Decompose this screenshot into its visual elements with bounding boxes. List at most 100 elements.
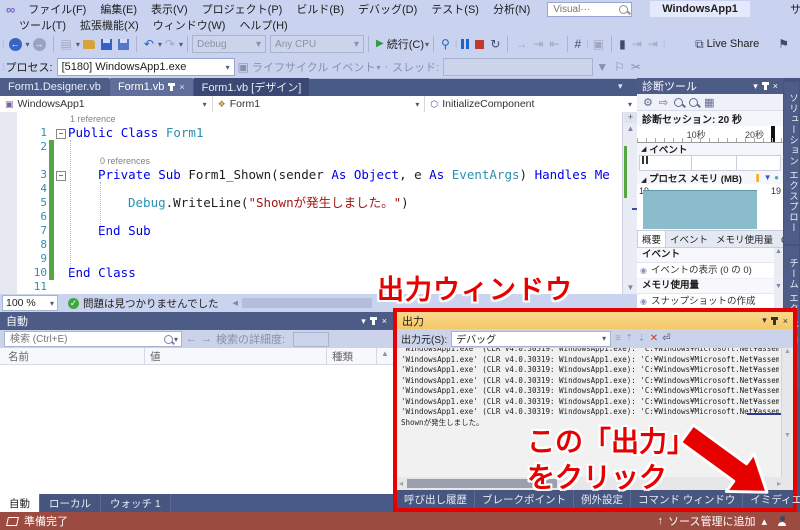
feedback-icon[interactable]: ⚑: [778, 38, 789, 50]
bookmark-icon[interactable]: ▮: [619, 38, 626, 50]
scroll-up-icon[interactable]: ▲: [381, 349, 389, 358]
zoom-in-icon[interactable]: [674, 98, 683, 107]
hscroll-left-icon[interactable]: ◂: [233, 297, 238, 309]
platform-dropdown[interactable]: Any CPU▾: [270, 35, 364, 53]
stop-icon[interactable]: [475, 40, 484, 49]
breakpoint-margin[interactable]: [0, 112, 17, 126]
notifications-icon[interactable]: [778, 522, 786, 526]
quick-search-input[interactable]: [551, 3, 619, 16]
autos-search-box[interactable]: ▾: [4, 331, 182, 347]
pause-icon[interactable]: [461, 39, 469, 49]
breakpoint-margin[interactable]: [0, 182, 17, 196]
window-position-icon[interactable]: ▾: [361, 316, 366, 327]
solution-explorer-tab[interactable]: ソリューション エクスプローラー: [784, 82, 799, 244]
breakpoint-margin[interactable]: [0, 266, 17, 280]
step-over-icon[interactable]: ⇥: [533, 38, 543, 50]
breakpoint-margin[interactable]: [0, 210, 17, 224]
new-project-icon[interactable]: ▤: [61, 38, 72, 50]
reset-view-icon[interactable]: ▦: [704, 96, 714, 109]
autos-search-input[interactable]: [8, 333, 164, 346]
prev-message-icon[interactable]: ⇡: [625, 333, 633, 344]
filter-icon[interactable]: ▼: [596, 61, 608, 73]
close-icon[interactable]: ×: [773, 81, 778, 91]
scroll-left-icon[interactable]: ◂: [399, 479, 403, 488]
save-icon[interactable]: [101, 39, 112, 50]
quick-search[interactable]: [547, 2, 632, 17]
window-position-icon[interactable]: ▾: [753, 81, 758, 92]
pin-icon[interactable]: [764, 82, 767, 90]
close-icon[interactable]: ×: [382, 316, 387, 326]
suspend-icon[interactable]: ▣: [238, 61, 249, 73]
next-bookmark-icon[interactable]: ⇥: [648, 38, 658, 50]
thread-dropdown[interactable]: [443, 58, 593, 76]
zoom-out-icon[interactable]: [689, 98, 698, 107]
collapse-icon[interactable]: −: [56, 171, 66, 181]
scroll-up-icon[interactable]: ▲: [624, 124, 637, 133]
line-number-icon[interactable]: #: [575, 38, 582, 50]
breakpoint-margin[interactable]: [0, 168, 17, 182]
sign-in-button[interactable]: サインイン: [790, 1, 800, 17]
zoom-dropdown[interactable]: 100 %▾: [2, 295, 58, 311]
project-dropdown[interactable]: ▣WindowsApp1▾: [0, 96, 213, 112]
live-share-button[interactable]: Live Share: [707, 38, 760, 50]
bottom-tab-0[interactable]: 自動: [0, 494, 40, 512]
expand-icon[interactable]: ▴: [761, 515, 767, 528]
menu-item-6[interactable]: テスト(S): [424, 0, 486, 18]
events-section-label[interactable]: ◢イベント: [637, 143, 783, 155]
output-tab-0[interactable]: 呼び出し履歴: [397, 490, 475, 508]
prev-bookmark-icon[interactable]: ⇥: [632, 38, 642, 50]
diag-tab-2[interactable]: メモリ使用量: [712, 231, 777, 247]
live-share-icon[interactable]: ⧉: [695, 38, 704, 50]
breakpoint-margin[interactable]: [0, 140, 17, 154]
navigate-forward-icon[interactable]: →: [33, 38, 46, 51]
menu-item-5[interactable]: デバッグ(D): [351, 0, 424, 18]
box-select-icon[interactable]: ▣: [593, 38, 604, 50]
doc-tab-1[interactable]: Form1.vb×: [110, 78, 193, 96]
menu-item-4[interactable]: ビルド(B): [289, 0, 351, 18]
export-icon[interactable]: ⇨: [659, 96, 668, 109]
code-editor[interactable]: 1 reference1−Public Class Form120 refere…: [0, 112, 637, 294]
pin-icon[interactable]: [170, 83, 173, 91]
editor-scrollbar[interactable]: + ▲ ▼: [622, 112, 638, 294]
autos-title-bar[interactable]: 自動 ▾ ×: [0, 312, 393, 330]
continue-icon[interactable]: ▶: [376, 39, 384, 49]
close-icon[interactable]: ×: [179, 82, 184, 92]
events-track[interactable]: [639, 155, 781, 171]
close-icon[interactable]: ×: [783, 316, 788, 326]
settings-gear-icon[interactable]: ⚙: [643, 96, 653, 109]
clear-all-icon[interactable]: ✕: [650, 333, 658, 344]
diag-tab-1[interactable]: イベント: [666, 231, 712, 247]
configuration-dropdown[interactable]: Debug▾: [192, 35, 266, 53]
window-position-icon[interactable]: ▾: [762, 315, 767, 326]
next-message-icon[interactable]: ⇣: [637, 333, 645, 344]
process-dropdown[interactable]: [5180] WindowsApp1.exe▾: [57, 58, 235, 76]
step-out-icon[interactable]: ⇤: [549, 38, 559, 50]
open-file-icon[interactable]: [83, 40, 95, 49]
redo-icon[interactable]: ↷: [165, 38, 175, 50]
flag-filter-icon[interactable]: ⚐: [614, 61, 625, 73]
search-forward-icon[interactable]: →: [201, 333, 212, 345]
breakpoint-margin[interactable]: [0, 238, 17, 252]
column-value[interactable]: 値: [150, 349, 161, 364]
breakpoint-margin[interactable]: [0, 252, 17, 266]
collapse-icon[interactable]: −: [56, 129, 66, 139]
output-title-bar[interactable]: 出力 ▾ ×: [397, 312, 793, 329]
menu-item-7[interactable]: 分析(N): [486, 0, 537, 18]
memory-chart[interactable]: 19 19: [637, 184, 783, 231]
scroll-right-icon[interactable]: ▸: [777, 479, 781, 488]
diag-action-link[interactable]: イベントの表示 (0 の 0): [637, 263, 783, 279]
class-dropdown[interactable]: ❖Form1▾: [213, 96, 426, 112]
bottom-tab-2[interactable]: ウォッチ 1: [101, 494, 171, 512]
doc-tab-0[interactable]: Form1.Designer.vb: [0, 78, 109, 96]
column-name[interactable]: 名前: [8, 349, 29, 364]
toolbar-grip[interactable]: ⁞: [2, 39, 4, 49]
breakpoint-margin[interactable]: [0, 126, 17, 140]
diag-tab-0[interactable]: 概要: [637, 230, 666, 247]
step-into-icon[interactable]: →: [515, 38, 527, 50]
column-type[interactable]: 種類: [332, 349, 353, 364]
search-back-icon[interactable]: ←: [186, 333, 197, 345]
undo-icon[interactable]: ↶: [144, 38, 154, 50]
editor-hscroll-thumb[interactable]: [242, 298, 372, 308]
goto-message-icon[interactable]: ≡: [615, 333, 621, 344]
lifecycle-events-button[interactable]: ライフサイクル イベント: [252, 59, 376, 75]
